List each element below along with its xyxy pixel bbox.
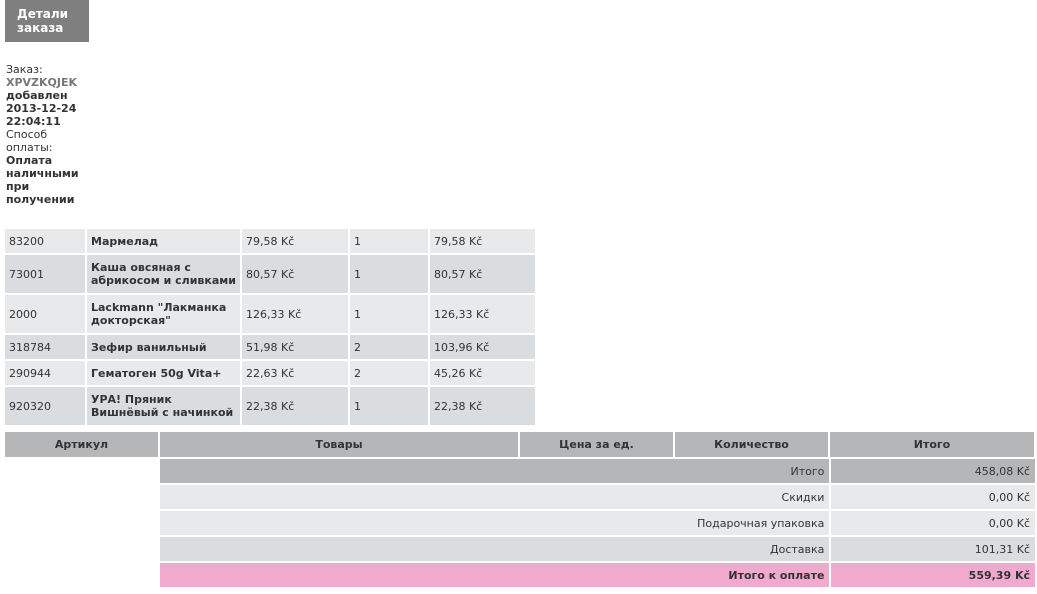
totals-row-gift-wrap: Подарочная упаковка 0,00 Kč bbox=[160, 511, 1035, 535]
item-qty: 1 bbox=[350, 295, 428, 333]
item-qty: 1 bbox=[350, 229, 428, 253]
item-price: 126,33 Kč bbox=[242, 295, 348, 333]
added-date: 2013-12-24 22:04:11 bbox=[6, 102, 77, 128]
item-sku: 2000 bbox=[5, 295, 85, 333]
table-row: 2000 Lackmann "Лакманка докторская" 126,… bbox=[5, 295, 535, 333]
grand-total-value: 559,39 Kč bbox=[831, 563, 1035, 587]
item-sku: 73001 bbox=[5, 255, 85, 293]
item-price: 80,57 Kč bbox=[242, 255, 348, 293]
item-qty: 1 bbox=[350, 387, 428, 425]
item-price: 51,98 Kč bbox=[242, 335, 348, 359]
column-header-total: Итого bbox=[830, 432, 1034, 457]
totals-row-grand-total: Итого к оплате 559,39 Kč bbox=[160, 563, 1035, 587]
grand-total-label: Итого к оплате bbox=[160, 563, 830, 587]
item-total: 80,57 Kč bbox=[430, 255, 535, 293]
item-price: 22,63 Kč bbox=[242, 361, 348, 385]
item-qty: 1 bbox=[350, 255, 428, 293]
item-name: Каша овсяная с абрикосом и сливками bbox=[87, 255, 240, 293]
totals-label: Итого bbox=[160, 459, 830, 483]
order-items-table: 83200 Мармелад 79,58 Kč 1 79,58 Kč 73001… bbox=[3, 227, 537, 427]
totals-value: 0,00 Kč bbox=[831, 485, 1035, 509]
added-label: добавлен bbox=[6, 89, 68, 102]
item-name: Lackmann "Лакманка докторская" bbox=[87, 295, 240, 333]
item-price: 22,38 Kč bbox=[242, 387, 348, 425]
payment-method: Оплата наличными при получении bbox=[6, 154, 79, 206]
column-header-row: Артикул Товары Цена за ед. Количество Ит… bbox=[5, 432, 1034, 457]
item-sku: 290944 bbox=[5, 361, 85, 385]
column-header-goods: Товары bbox=[160, 432, 518, 457]
totals-row-delivery: Доставка 101,31 Kč bbox=[160, 537, 1035, 561]
order-label: Заказ: bbox=[6, 63, 43, 76]
totals-value: 0,00 Kč bbox=[831, 511, 1035, 535]
order-details-tab[interactable]: Детали заказа bbox=[5, 0, 89, 42]
item-name: Гематоген 50g Vita+ bbox=[87, 361, 240, 385]
totals-label: Скидки bbox=[160, 485, 830, 509]
table-row: 318784 Зефир ванильный 51,98 Kč 2 103,96… bbox=[5, 335, 535, 359]
column-header-table: Артикул Товары Цена за ед. Количество Ит… bbox=[3, 430, 1036, 459]
item-qty: 2 bbox=[350, 361, 428, 385]
item-total: 45,26 Kč bbox=[430, 361, 535, 385]
column-header-sku: Артикул bbox=[5, 432, 158, 457]
totals-value: 101,31 Kč bbox=[831, 537, 1035, 561]
column-header-unit-price: Цена за ед. bbox=[520, 432, 673, 457]
item-total: 126,33 Kč bbox=[430, 295, 535, 333]
table-row: 73001 Каша овсяная с абрикосом и сливкам… bbox=[5, 255, 535, 293]
item-sku: 920320 bbox=[5, 387, 85, 425]
item-qty: 2 bbox=[350, 335, 428, 359]
order-code: XPVZKQJEK bbox=[6, 76, 78, 89]
table-row: 290944 Гематоген 50g Vita+ 22,63 Kč 2 45… bbox=[5, 361, 535, 385]
item-name: Зефир ванильный bbox=[87, 335, 240, 359]
table-row: 920320 УРА! Пряник Вишнёвый с начинкой 2… bbox=[5, 387, 535, 425]
item-total: 103,96 Kč bbox=[430, 335, 535, 359]
item-name: УРА! Пряник Вишнёвый с начинкой bbox=[87, 387, 240, 425]
item-sku: 318784 bbox=[5, 335, 85, 359]
totals-row-subtotal: Итого 458,08 Kč bbox=[160, 459, 1035, 483]
item-sku: 83200 bbox=[5, 229, 85, 253]
totals-label: Подарочная упаковка bbox=[160, 511, 830, 535]
item-total: 79,58 Kč bbox=[430, 229, 535, 253]
item-price: 79,58 Kč bbox=[242, 229, 348, 253]
order-info: Заказ: XPVZKQJEK добавлен 2013-12-24 22:… bbox=[6, 63, 86, 206]
table-row: 83200 Мармелад 79,58 Kč 1 79,58 Kč bbox=[5, 229, 535, 253]
totals-label: Доставка bbox=[160, 537, 830, 561]
totals-table: Итого 458,08 Kč Скидки 0,00 Kč Подарочна… bbox=[158, 457, 1037, 589]
payment-label: Способ оплаты: bbox=[6, 128, 53, 154]
item-total: 22,38 Kč bbox=[430, 387, 535, 425]
item-name: Мармелад bbox=[87, 229, 240, 253]
totals-row-discount: Скидки 0,00 Kč bbox=[160, 485, 1035, 509]
column-header-quantity: Количество bbox=[675, 432, 828, 457]
totals-value: 458,08 Kč bbox=[831, 459, 1035, 483]
